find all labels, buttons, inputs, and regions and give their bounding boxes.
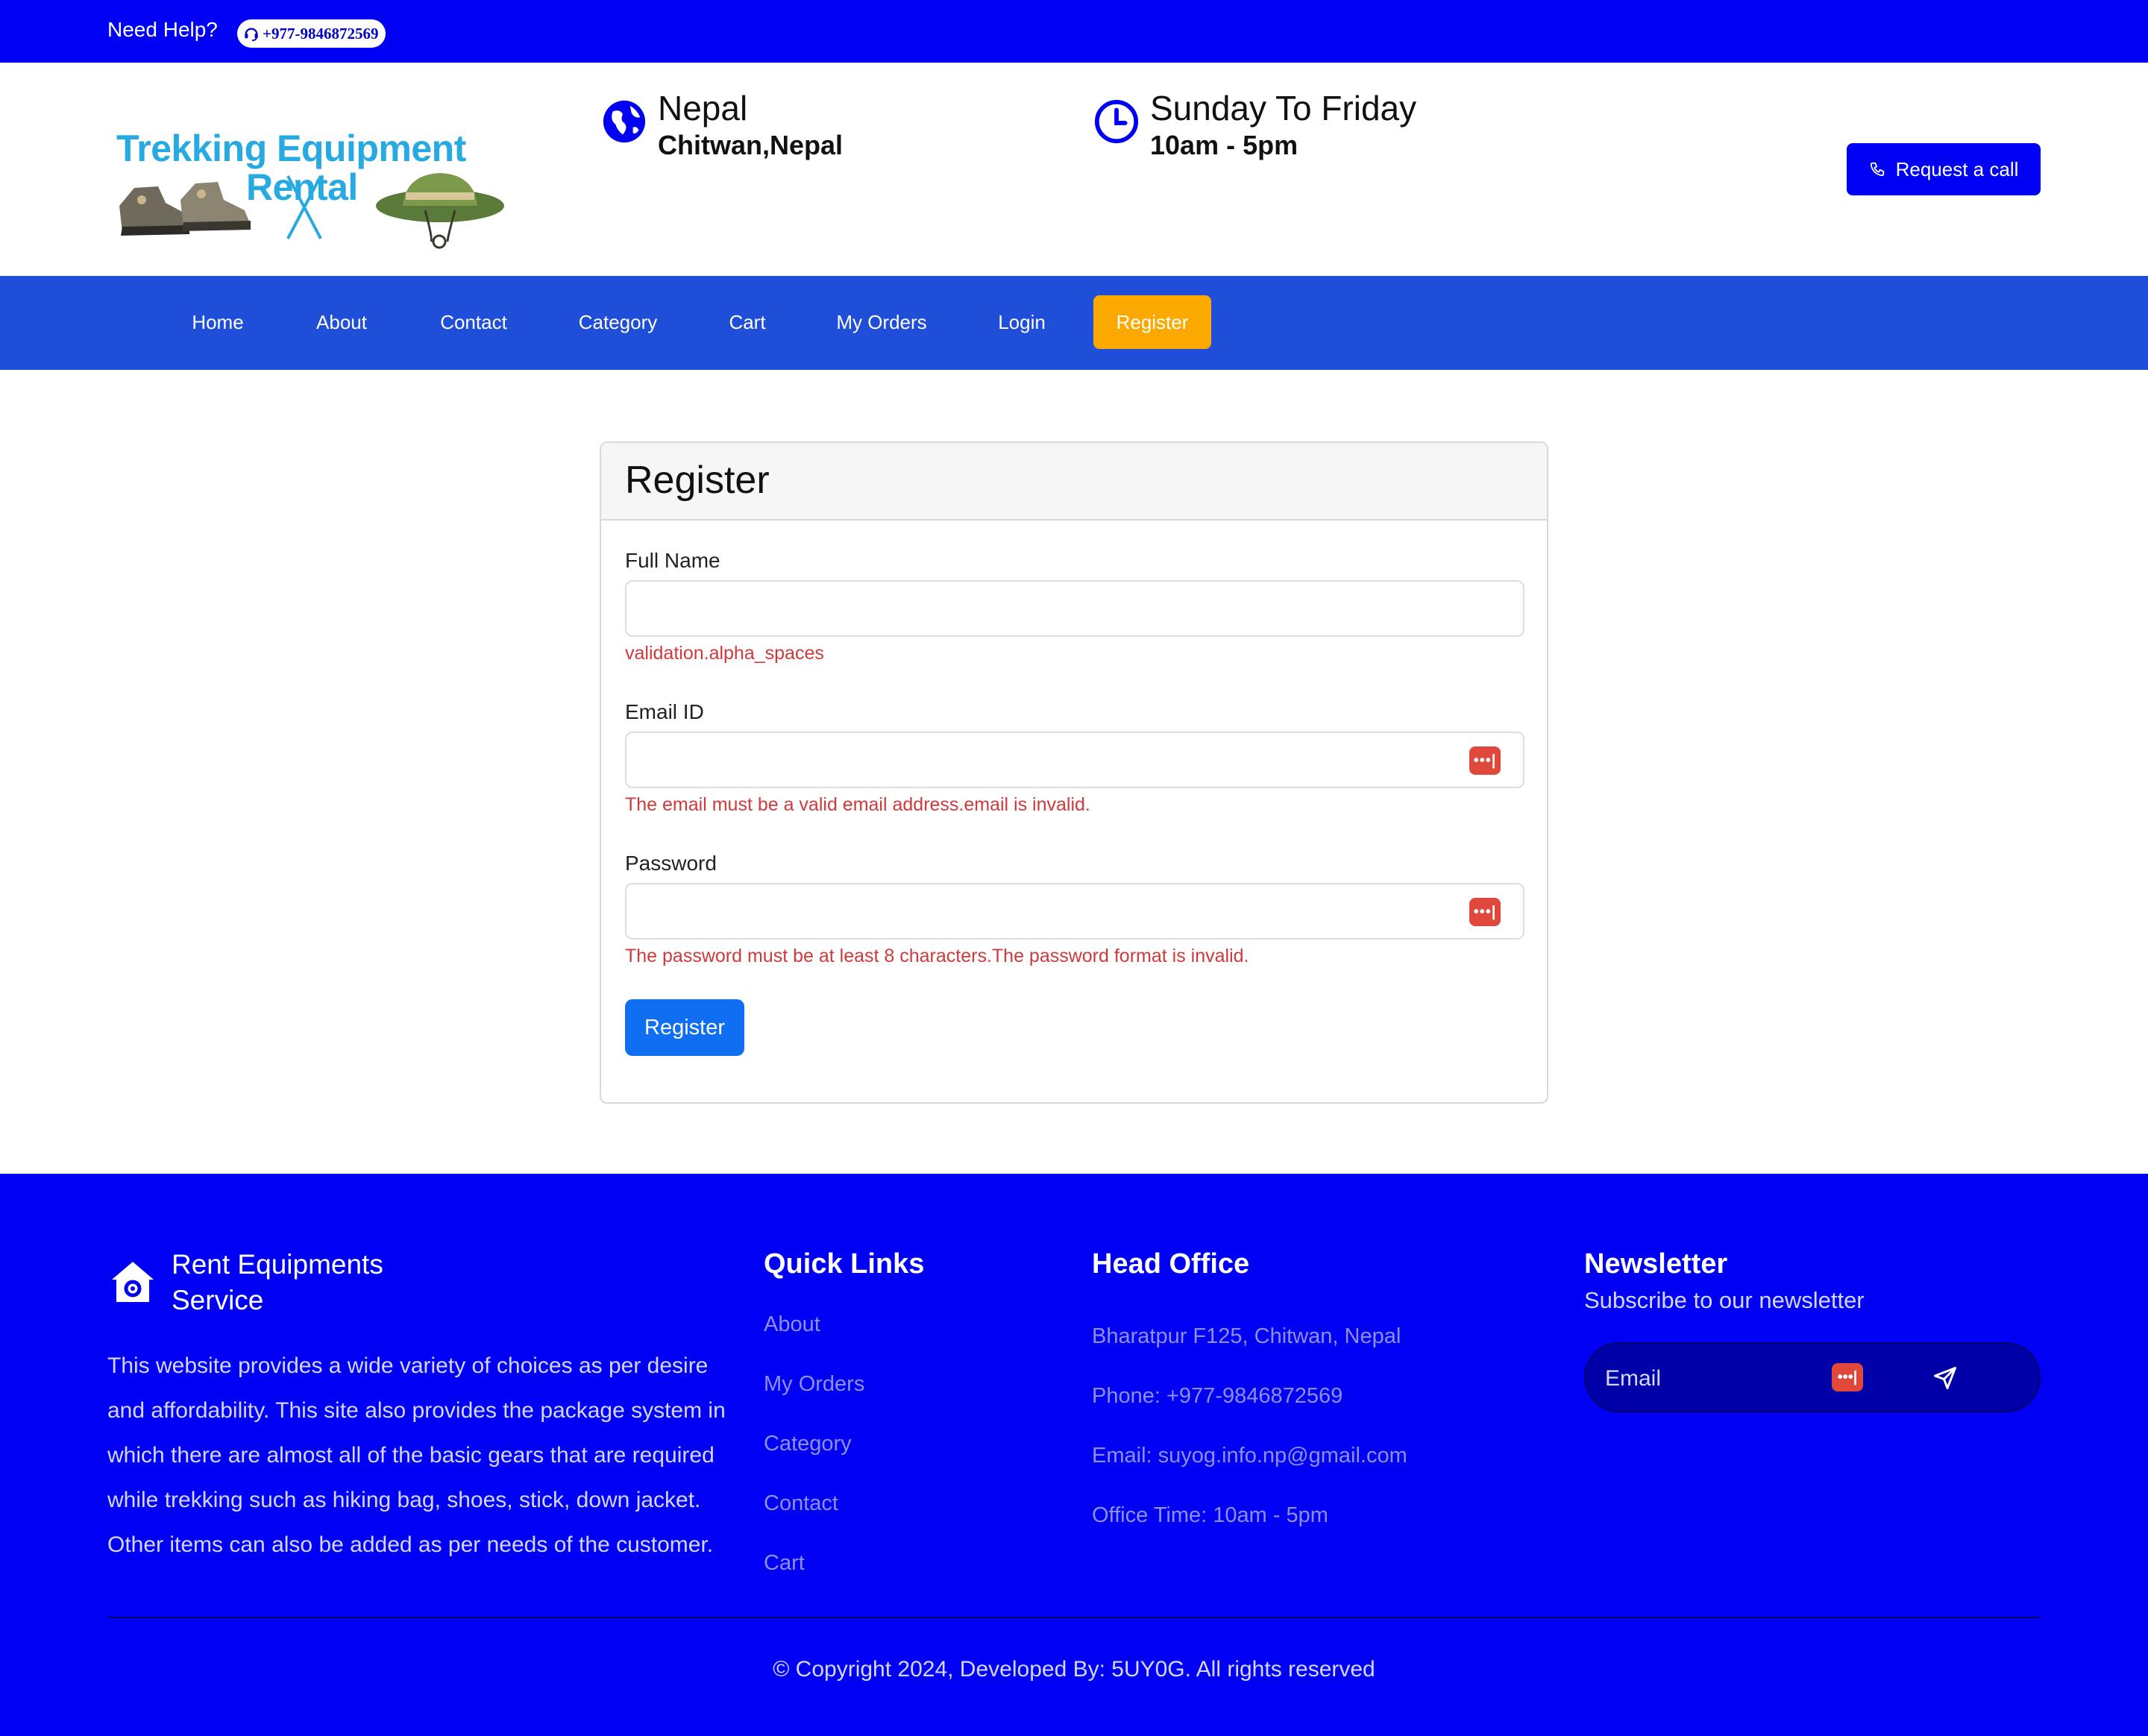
footer-divider bbox=[107, 1617, 2041, 1618]
password-manager-icon[interactable]: •••| bbox=[1469, 898, 1501, 926]
full-name-label: Full Name bbox=[625, 549, 720, 572]
phone-number: +977-9846872569 bbox=[263, 24, 379, 43]
office-address: Bharatpur F125, Chitwan, Nepal bbox=[1092, 1324, 1401, 1348]
main-nav: Home About Contact Category Cart My Orde… bbox=[0, 276, 2148, 370]
footer: Rent Equipments Service This website pro… bbox=[0, 1174, 2148, 1736]
nav-item-contact[interactable]: Contact bbox=[425, 295, 522, 349]
newsletter-placeholder: Email bbox=[1605, 1366, 1662, 1391]
need-help-text: Need Help? bbox=[107, 18, 218, 41]
full-name-error: validation.alpha_spaces bbox=[625, 643, 824, 664]
password-label: Password bbox=[625, 852, 717, 875]
site-logo[interactable]: Trekking Equipment Rental bbox=[112, 95, 507, 249]
register-submit-button[interactable]: Register bbox=[625, 999, 744, 1056]
head-office-title: Head Office bbox=[1092, 1248, 1250, 1280]
quick-links-title: Quick Links bbox=[764, 1248, 925, 1280]
header: Trekking Equipment Rental Nepal Chitwan,… bbox=[0, 63, 2148, 276]
phone-icon bbox=[1870, 162, 1884, 177]
request-call-button[interactable]: Request a call bbox=[1847, 143, 2041, 195]
send-icon[interactable] bbox=[1932, 1365, 1959, 1391]
hours-title: Sunday To Friday bbox=[1150, 89, 1417, 128]
email-error: The email must be a valid email address.… bbox=[625, 794, 1090, 815]
footer-link-about[interactable]: About bbox=[764, 1312, 820, 1337]
nav-item-about[interactable]: About bbox=[297, 295, 386, 349]
full-name-input[interactable] bbox=[625, 580, 1524, 637]
form-title: Register bbox=[625, 459, 770, 502]
hiking-boots-icon bbox=[119, 182, 251, 236]
nav-item-category[interactable]: Category bbox=[564, 295, 672, 349]
logo-text-line1: Trekking Equipment bbox=[116, 128, 466, 169]
hours-subtitle: 10am - 5pm bbox=[1150, 130, 1298, 160]
nav-item-register[interactable]: Register bbox=[1093, 295, 1211, 349]
phone-badge[interactable]: +977-9846872569 bbox=[237, 19, 386, 48]
headset-icon bbox=[245, 28, 258, 42]
hat-icon bbox=[376, 173, 504, 249]
request-call-label: Request a call bbox=[1895, 157, 2019, 180]
email-label: Email ID bbox=[625, 700, 704, 723]
location-subtitle: Chitwan,Nepal bbox=[658, 130, 844, 160]
newsletter-subtitle: Subscribe to our newsletter bbox=[1584, 1287, 1865, 1313]
globe-icon bbox=[603, 100, 646, 143]
clock-icon bbox=[1094, 99, 1139, 144]
newsletter-title: Newsletter bbox=[1584, 1248, 1728, 1280]
newsletter-email-input[interactable]: Email •••| bbox=[1584, 1342, 2041, 1412]
top-bar: Need Help? +977-9846872569 bbox=[0, 0, 2148, 63]
password-input[interactable]: •••| bbox=[625, 883, 1524, 940]
footer-brand-line2: Service bbox=[172, 1285, 264, 1315]
home-gear-icon bbox=[112, 1262, 154, 1302]
password-manager-icon[interactable]: •••| bbox=[1469, 746, 1501, 775]
nav-item-cart[interactable]: Cart bbox=[713, 295, 782, 349]
card-header: Register bbox=[601, 443, 1547, 521]
password-manager-icon[interactable]: •••| bbox=[1832, 1363, 1863, 1391]
footer-link-contact[interactable]: Contact bbox=[764, 1491, 838, 1516]
copyright-text: © Copyright 2024, Developed By: 5UY0G. A… bbox=[773, 1657, 1375, 1682]
nav-item-my-orders[interactable]: My Orders bbox=[825, 295, 938, 349]
location-title: Nepal bbox=[658, 89, 748, 128]
footer-brand-line1: Rent Equipments bbox=[172, 1249, 383, 1280]
register-card: Register Full Name validation.alpha_spac… bbox=[600, 441, 1548, 1104]
password-error: The password must be at least 8 characte… bbox=[625, 946, 1249, 966]
footer-link-category[interactable]: Category bbox=[764, 1432, 852, 1456]
office-phone: Phone: +977-9846872569 bbox=[1092, 1384, 1343, 1408]
footer-brand: Rent Equipments Service bbox=[172, 1247, 383, 1318]
nav-item-home[interactable]: Home bbox=[173, 295, 263, 349]
trekking-poles-icon bbox=[286, 175, 322, 239]
nav-item-login[interactable]: Login bbox=[983, 295, 1061, 349]
office-time: Office Time: 10am - 5pm bbox=[1092, 1503, 1328, 1527]
footer-link-cart[interactable]: Cart bbox=[764, 1551, 805, 1576]
email-input[interactable]: •••| bbox=[625, 732, 1524, 788]
footer-about-text: This website provides a wide variety of … bbox=[107, 1353, 726, 1557]
office-email: Email: suyog.info.np@gmail.com bbox=[1092, 1444, 1407, 1468]
footer-link-my-orders[interactable]: My Orders bbox=[764, 1372, 864, 1397]
